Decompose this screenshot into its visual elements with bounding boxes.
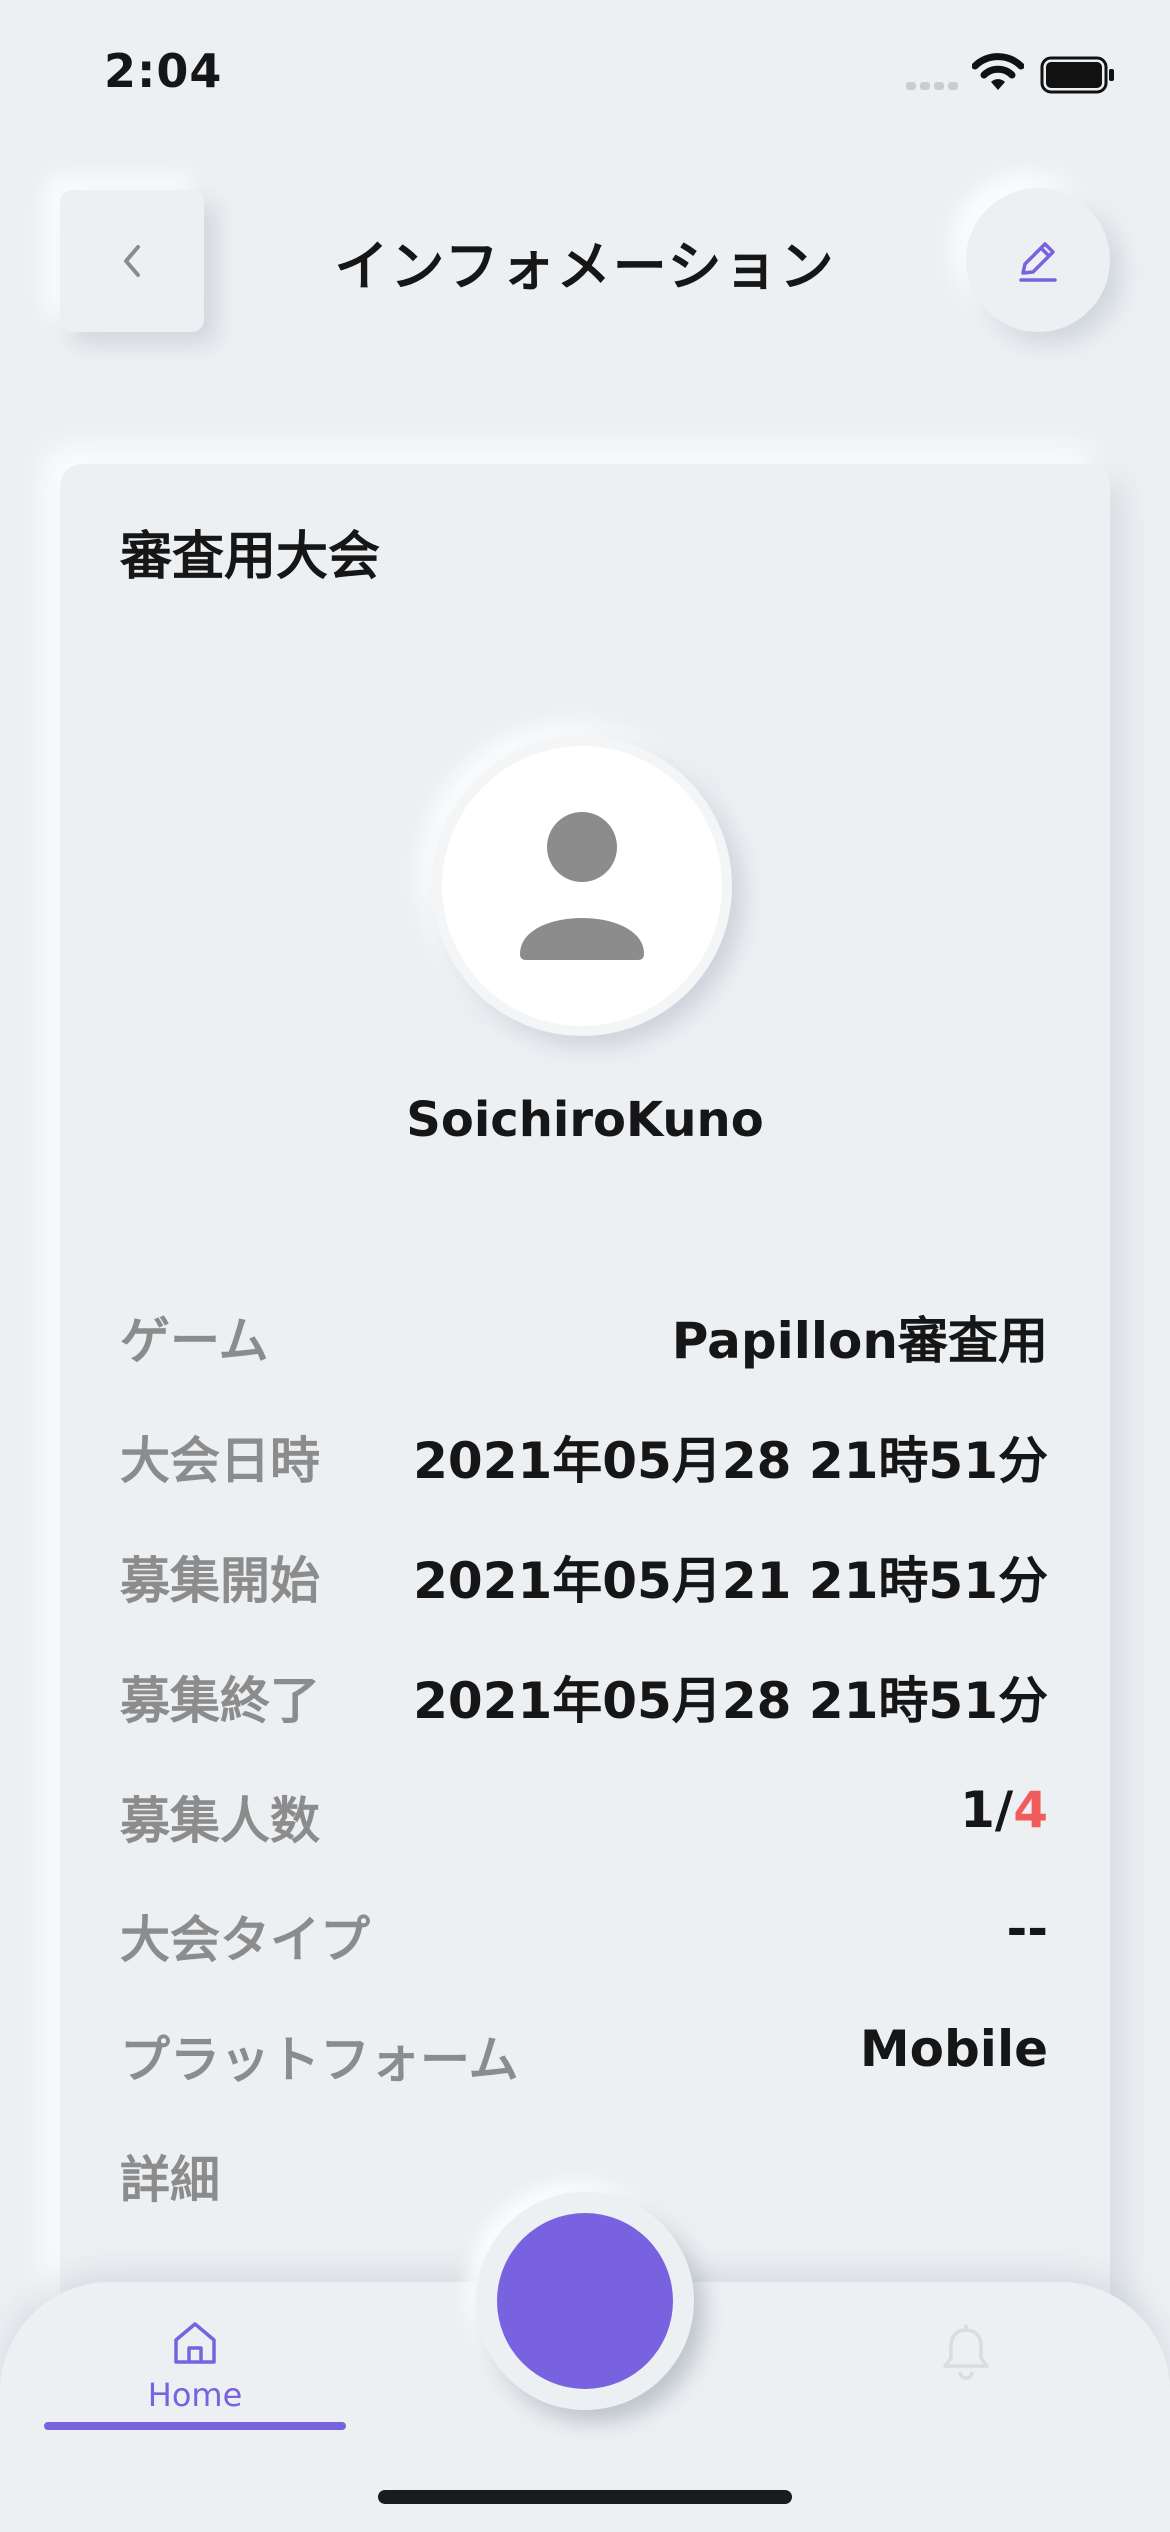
- user-name: SoichiroKuno: [406, 1092, 764, 1148]
- bell-icon[interactable]: [940, 2324, 992, 2382]
- info-row-game: ゲーム Papillon審査用: [120, 1301, 1048, 1381]
- tab-home-label: Home: [147, 2376, 243, 2414]
- back-chevron-icon: [124, 245, 140, 277]
- participant-current: 1/: [960, 1781, 1014, 1839]
- info-label: 募集開始: [120, 1552, 320, 1610]
- page-title: インフォメーション: [334, 235, 836, 298]
- status-bar: 2:04: [0, 0, 1170, 150]
- info-label: 大会タイプ: [120, 1911, 370, 1969]
- info-label: 募集人数: [120, 1792, 320, 1850]
- info-row-platform: プラットフォーム Mobile: [120, 2020, 1048, 2100]
- info-label: 募集終了: [120, 1672, 320, 1730]
- info-value: 2021年05月28 21時51分: [413, 1432, 1048, 1490]
- info-value: --: [1006, 1900, 1048, 1958]
- info-label: 大会日時: [120, 1432, 320, 1490]
- active-tab-indicator: [44, 2422, 346, 2430]
- tab-home[interactable]: Home: [44, 2318, 346, 2438]
- info-value: Mobile: [859, 2020, 1048, 2078]
- info-label: プラットフォーム: [120, 2031, 519, 2089]
- info-value: 2021年05月21 21時51分: [413, 1552, 1048, 1610]
- info-label: ゲーム: [120, 1312, 269, 1370]
- info-row-recruit-start: 募集開始 2021年05月21 21時51分: [120, 1541, 1048, 1621]
- info-row-date: 大会日時 2021年05月28 21時51分: [120, 1421, 1048, 1501]
- wifi-icon: [972, 53, 1024, 90]
- center-action-button-fill: [497, 2213, 673, 2389]
- center-action-button[interactable]: [476, 2192, 694, 2410]
- signal-icon: [906, 82, 958, 90]
- home-indicator: [378, 2490, 792, 2504]
- participant-max: 4: [1013, 1781, 1048, 1839]
- back-button[interactable]: [60, 190, 204, 332]
- participant-count: 1/4: [960, 1781, 1048, 1839]
- info-row-recruit-end: 募集終了 2021年05月28 21時51分: [120, 1661, 1048, 1741]
- info-row-type: 大会タイプ --: [120, 1900, 1048, 1980]
- avatar: [432, 736, 732, 1036]
- battery-icon: [1040, 56, 1114, 94]
- edit-button[interactable]: [966, 188, 1110, 332]
- info-label: 詳細: [120, 2151, 220, 2209]
- info-value: 2021年05月28 21時51分: [413, 1672, 1048, 1730]
- info-value: Papillon審査用: [671, 1312, 1048, 1370]
- status-time: 2:04: [104, 44, 223, 98]
- info-row-participants: 募集人数 1/4: [120, 1781, 1048, 1861]
- edit-pencil-icon: [1019, 242, 1057, 282]
- user-placeholder-icon: [520, 812, 644, 960]
- home-icon: [174, 2322, 216, 2364]
- tournament-title: 審査用大会: [120, 527, 381, 587]
